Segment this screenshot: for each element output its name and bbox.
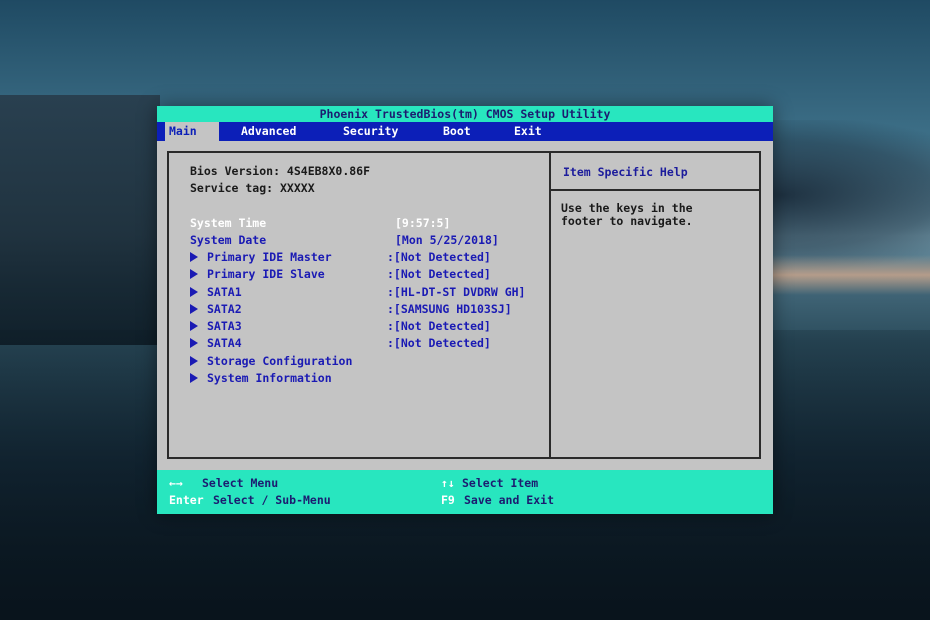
item-system-time-label[interactable]: System Time <box>190 216 266 230</box>
window-title: Phoenix TrustedBios(tm) CMOS Setup Utili… <box>157 106 773 122</box>
tab-security[interactable]: Security <box>339 122 402 141</box>
background-building <box>0 95 160 345</box>
item-storage-configuration[interactable]: Storage Configuration <box>190 354 352 368</box>
item-label: SATA4 <box>207 336 242 350</box>
item-sata2-value: :[SAMSUNG HD103SJ] <box>387 302 512 316</box>
item-primary-ide-master[interactable]: Primary IDE Master <box>190 250 332 264</box>
item-sata4[interactable]: SATA4 <box>190 336 242 350</box>
item-label: SATA1 <box>207 285 242 299</box>
item-label: SATA3 <box>207 319 242 333</box>
item-sata4-value: :[Not Detected] <box>387 336 491 350</box>
enter-key-label: Enter <box>169 493 204 507</box>
submenu-arrow-icon <box>190 287 198 297</box>
item-sata1-value: :[HL-DT-ST DVDRW GH] <box>387 285 526 299</box>
help-panel: Item Specific Help Use the keys in the f… <box>551 151 761 459</box>
item-label: Primary IDE Slave <box>207 267 325 281</box>
item-system-date-value[interactable]: [Mon 5/25/2018] <box>395 233 499 247</box>
service-tag-text: Service tag: XXXXX <box>190 181 315 195</box>
select-submenu-hint: Select / Sub-Menu <box>213 493 331 507</box>
submenu-arrow-icon <box>190 356 198 366</box>
item-label: System Information <box>207 371 332 385</box>
tab-boot[interactable]: Boot <box>439 122 475 141</box>
save-and-exit-hint: Save and Exit <box>464 493 555 507</box>
item-label: Storage Configuration <box>207 354 353 368</box>
help-title: Item Specific Help <box>563 165 688 179</box>
left-right-arrows-icon: ←→ <box>169 476 183 490</box>
f9-key-label: F9 <box>441 493 455 507</box>
item-sata3-value: :[Not Detected] <box>387 319 491 333</box>
item-system-information[interactable]: System Information <box>190 371 332 385</box>
tab-advanced[interactable]: Advanced <box>237 122 300 141</box>
submenu-arrow-icon <box>190 304 198 314</box>
submenu-arrow-icon <box>190 252 198 262</box>
select-item-hint: Select Item <box>462 476 539 490</box>
up-down-arrows-icon: ↑↓ <box>441 476 455 490</box>
menu-bar: Main Advanced Security Boot Exit <box>157 122 773 141</box>
item-system-date-label[interactable]: System Date <box>190 233 266 247</box>
item-label: SATA2 <box>207 302 242 316</box>
item-primary-ide-slave-value: :[Not Detected] <box>387 267 491 281</box>
bios-setup-window: Phoenix TrustedBios(tm) CMOS Setup Utili… <box>157 106 773 514</box>
tab-main[interactable]: Main <box>165 122 219 141</box>
help-divider <box>551 189 759 191</box>
item-sata2[interactable]: SATA2 <box>190 302 242 316</box>
submenu-arrow-icon <box>190 338 198 348</box>
item-primary-ide-master-value: :[Not Detected] <box>387 250 491 264</box>
tab-exit[interactable]: Exit <box>510 122 546 141</box>
key-help-footer: ←→ Select Menu Enter Select / Sub-Menu ↑… <box>157 470 773 514</box>
item-sata3[interactable]: SATA3 <box>190 319 242 333</box>
help-text: Use the keys in the footer to navigate. <box>561 201 693 228</box>
submenu-arrow-icon <box>190 269 198 279</box>
submenu-arrow-icon <box>190 321 198 331</box>
item-system-time-value[interactable]: [9:57:5] <box>395 216 450 230</box>
bios-version-text: Bios Version: 4S4EB8X0.86F <box>190 164 371 178</box>
item-label: Primary IDE Master <box>207 250 332 264</box>
background-sunset <box>770 255 930 295</box>
item-primary-ide-slave[interactable]: Primary IDE Slave <box>190 267 325 281</box>
main-settings-panel: Bios Version: 4S4EB8X0.86F Service tag: … <box>167 151 551 459</box>
select-menu-hint: Select Menu <box>202 476 279 490</box>
submenu-arrow-icon <box>190 373 198 383</box>
item-sata1[interactable]: SATA1 <box>190 285 242 299</box>
